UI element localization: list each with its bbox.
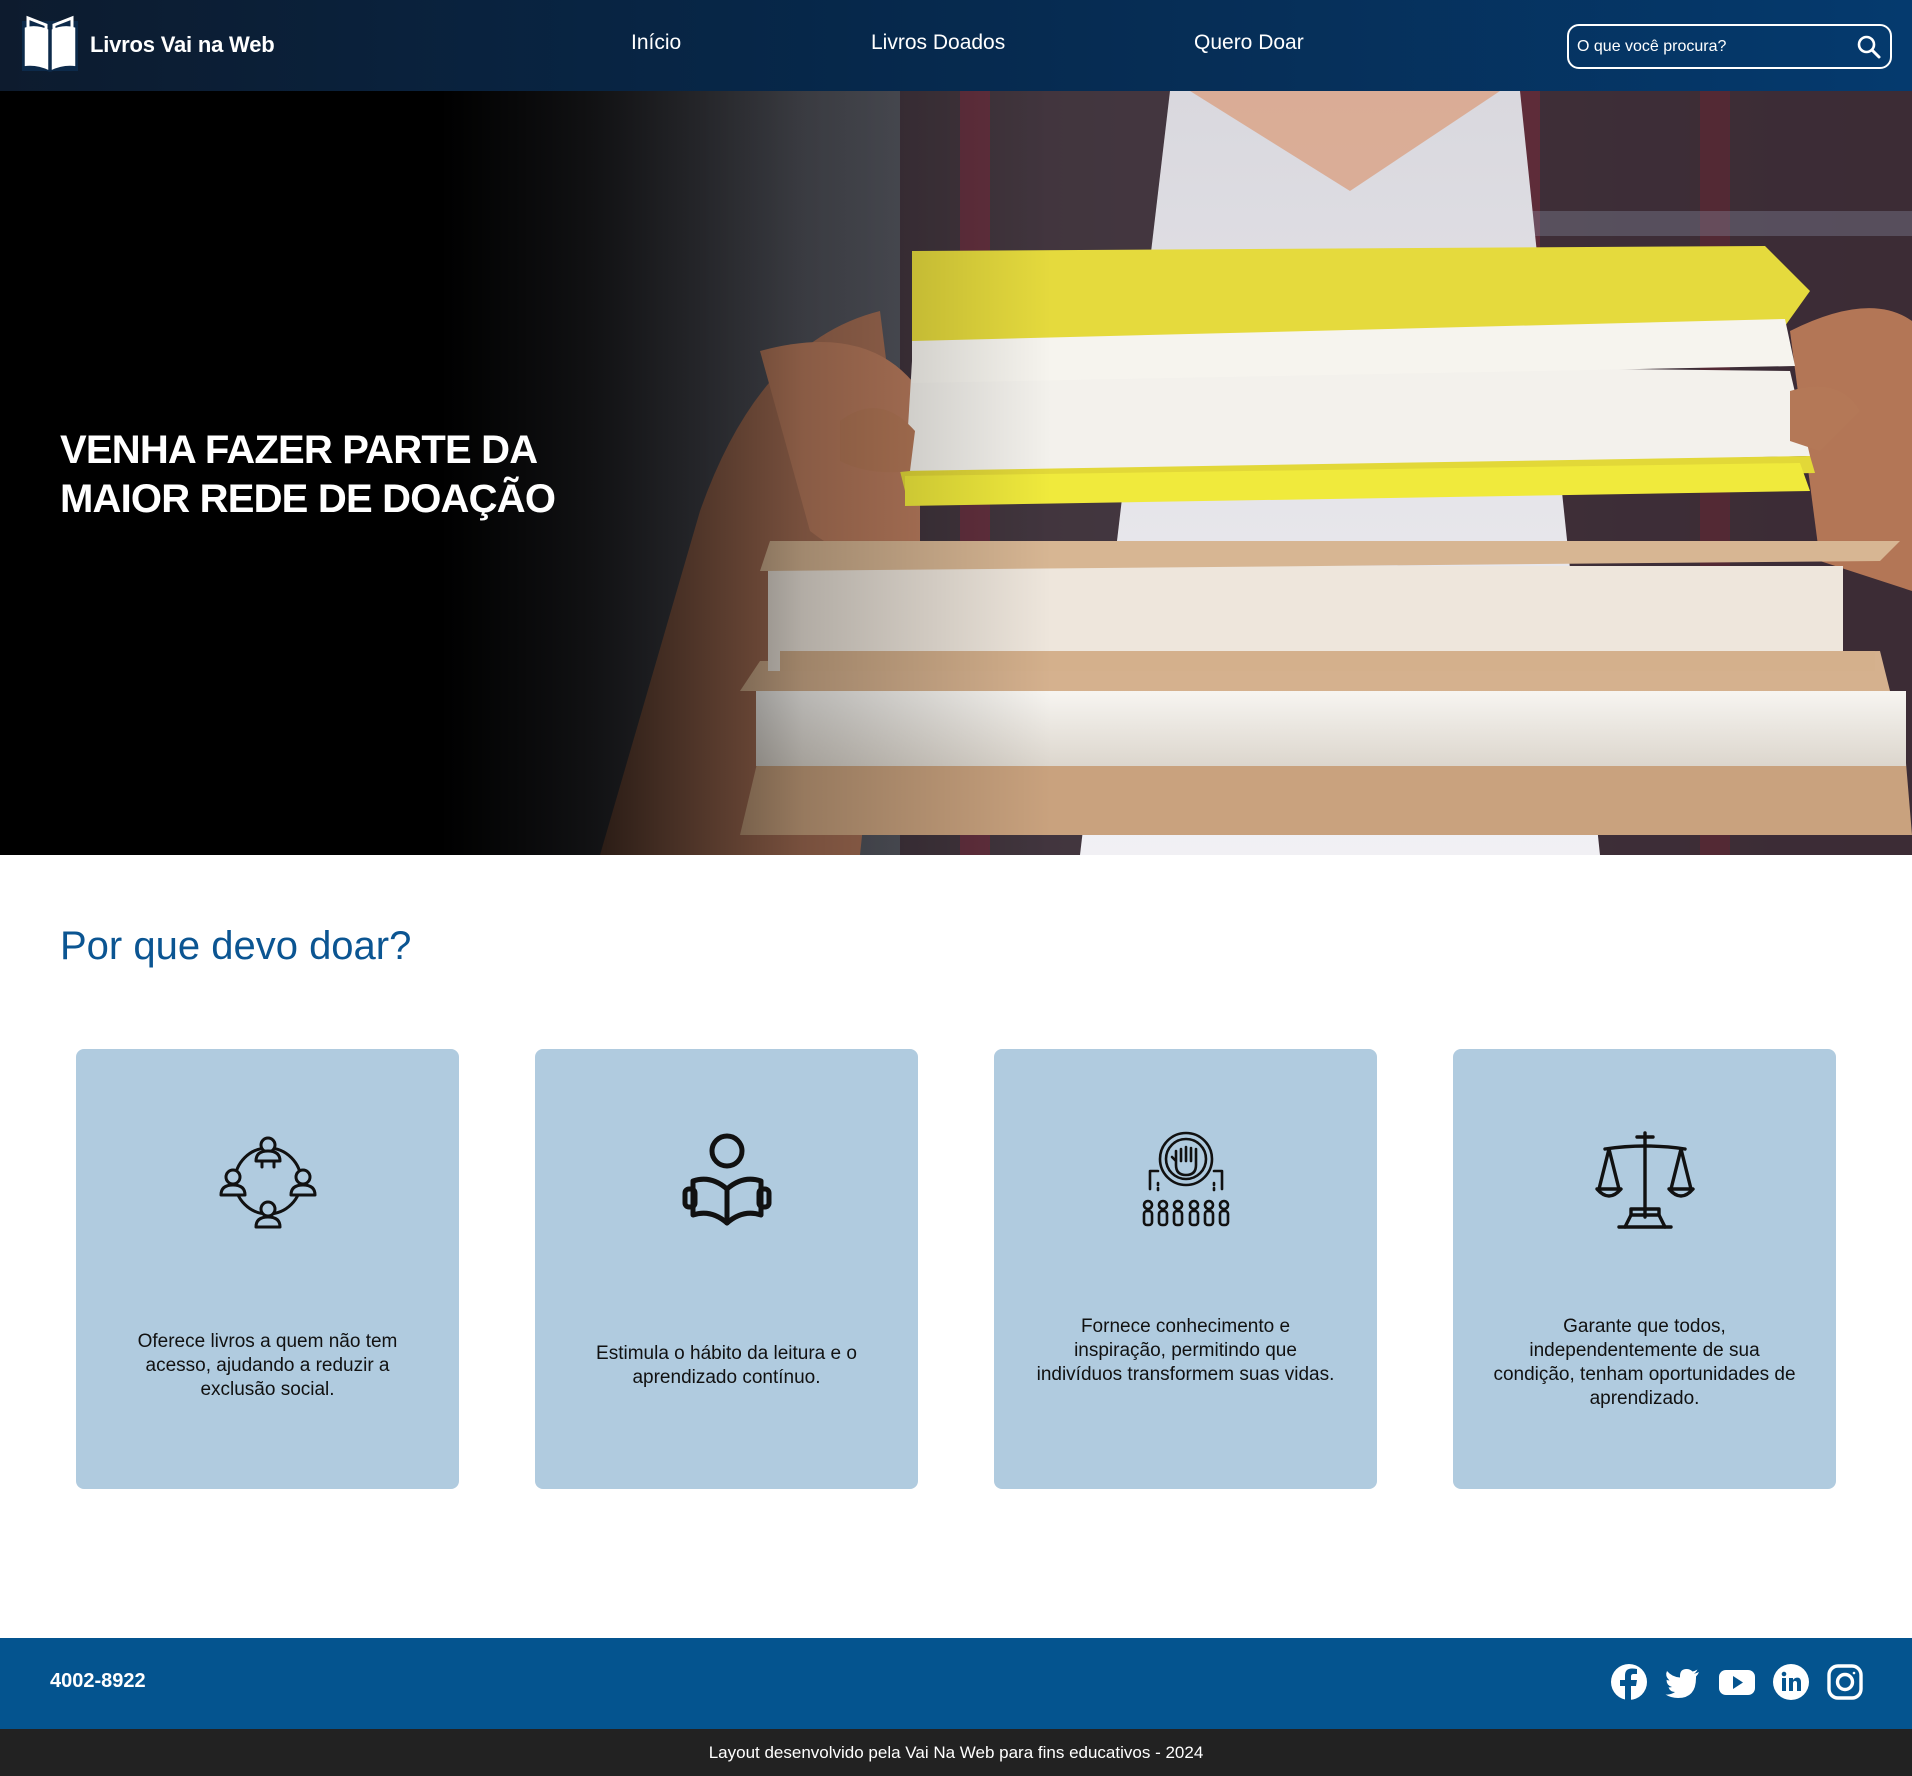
nav-link-livros-doados[interactable]: Livros Doados <box>871 31 1005 55</box>
brand-logo-link[interactable]: Livros Vai na Web <box>20 10 275 80</box>
reason-text-empowerment: Fornece conhecimento e inspiração, permi… <box>1036 1316 1335 1385</box>
reason-text-reading-habit: Estimula o hábito da leitura e o aprendi… <box>596 1343 857 1388</box>
phone-number: 4002-8922 <box>50 1670 146 1692</box>
facebook-icon[interactable] <box>1609 1662 1649 1702</box>
reason-text-inclusion: Oferece livros a quem não tem acesso, aj… <box>137 1331 398 1400</box>
open-book-logo-icon <box>20 15 80 75</box>
instagram-icon[interactable] <box>1825 1662 1865 1702</box>
site-footer: 4002-8922 <box>0 1638 1912 1729</box>
person-reading-book-icon <box>677 1131 777 1231</box>
nav-link-inicio[interactable]: Início <box>631 31 681 55</box>
reason-card-reading-habit: Estimula o hábito da leitura e o aprendi… <box>535 1049 918 1489</box>
twitter-icon[interactable] <box>1663 1662 1703 1702</box>
hero-title-line-1: VENHA FAZER PARTE DA <box>60 428 538 472</box>
search-input[interactable] <box>1577 34 1847 60</box>
brand-name: Livros Vai na Web <box>90 32 275 57</box>
nav-link-quero-doar[interactable]: Quero Doar <box>1194 31 1304 55</box>
reason-text-equality: Garante que todos, independentemente de … <box>1493 1316 1796 1409</box>
copyright-bar: Layout desenvolvido pela Vai Na Web para… <box>0 1729 1912 1776</box>
youtube-icon[interactable] <box>1717 1662 1757 1702</box>
hero-title-line-2: MAIOR REDE DE DOAÇÃO <box>60 477 556 521</box>
search-box <box>1567 24 1892 69</box>
raised-fist-empowerment-icon <box>1136 1131 1236 1231</box>
why-donate-title: Por que devo doar? <box>60 924 412 968</box>
reason-card-empowerment: Fornece conhecimento e inspiração, permi… <box>994 1049 1377 1489</box>
justice-scale-icon <box>1595 1131 1695 1231</box>
hero-banner: VENHA FAZER PARTE DA MAIOR REDE DE DOAÇÃ… <box>0 91 1912 855</box>
linkedin-icon[interactable] <box>1771 1662 1811 1702</box>
reason-card-inclusion: Oferece livros a quem não tem acesso, aj… <box>76 1049 459 1489</box>
site-header: Livros Vai na Web Início Livros Doados Q… <box>0 0 1912 91</box>
community-network-icon <box>218 1131 318 1231</box>
search-icon[interactable] <box>1854 32 1884 62</box>
copyright-text: Layout desenvolvido pela Vai Na Web para… <box>708 1742 1204 1762</box>
hero-title: VENHA FAZER PARTE DA MAIOR REDE DE DOAÇÃ… <box>60 426 620 524</box>
reason-card-equality: Garante que todos, independentemente de … <box>1453 1049 1836 1489</box>
